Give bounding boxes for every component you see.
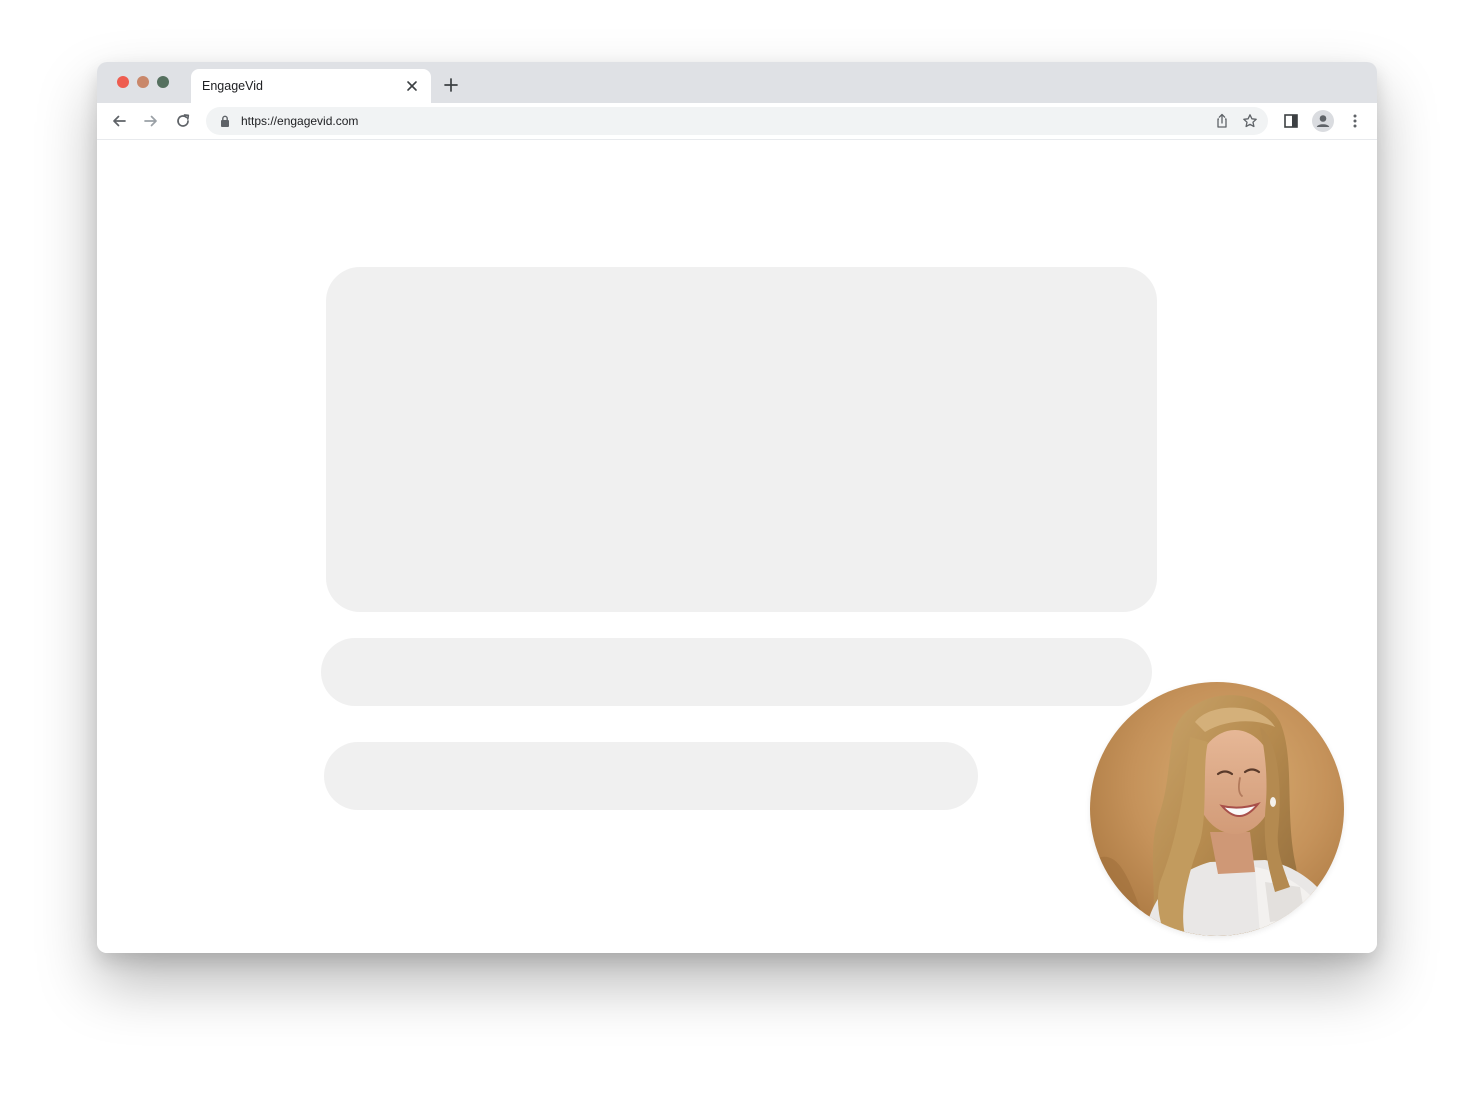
content-placeholder-hero: [326, 267, 1157, 612]
reload-icon[interactable]: [175, 113, 191, 129]
share-icon[interactable]: [1214, 113, 1230, 129]
person-icon: [1316, 115, 1330, 127]
content-placeholder-bar-short: [324, 742, 978, 810]
zoom-window-button[interactable]: [157, 76, 169, 88]
lock-icon: [221, 115, 229, 127]
content-placeholder-bar: [321, 638, 1152, 706]
screenshot-stage: EngageVid https://engagevid.com: [0, 0, 1474, 1113]
title-bar: EngageVid: [97, 62, 1377, 103]
video-bubble[interactable]: [1090, 682, 1344, 936]
browser-tab[interactable]: EngageVid: [191, 69, 431, 103]
close-window-button[interactable]: [117, 76, 129, 88]
minimize-window-button[interactable]: [137, 76, 149, 88]
browser-toolbar: https://engagevid.com: [97, 103, 1377, 140]
profile-avatar[interactable]: [1312, 110, 1334, 132]
close-icon[interactable]: [405, 79, 419, 93]
address-bar[interactable]: https://engagevid.com: [206, 107, 1268, 135]
video-portrait-image: [1090, 682, 1344, 936]
arrow-right-icon[interactable]: [143, 113, 159, 129]
star-icon[interactable]: [1242, 113, 1258, 129]
kebab-menu-icon[interactable]: [1347, 113, 1363, 129]
plus-icon[interactable]: [444, 78, 458, 92]
arrow-left-icon[interactable]: [111, 113, 127, 129]
url-text[interactable]: https://engagevid.com: [241, 114, 358, 128]
side-panel-icon[interactable]: [1283, 113, 1299, 129]
tab-title: EngageVid: [202, 79, 263, 93]
